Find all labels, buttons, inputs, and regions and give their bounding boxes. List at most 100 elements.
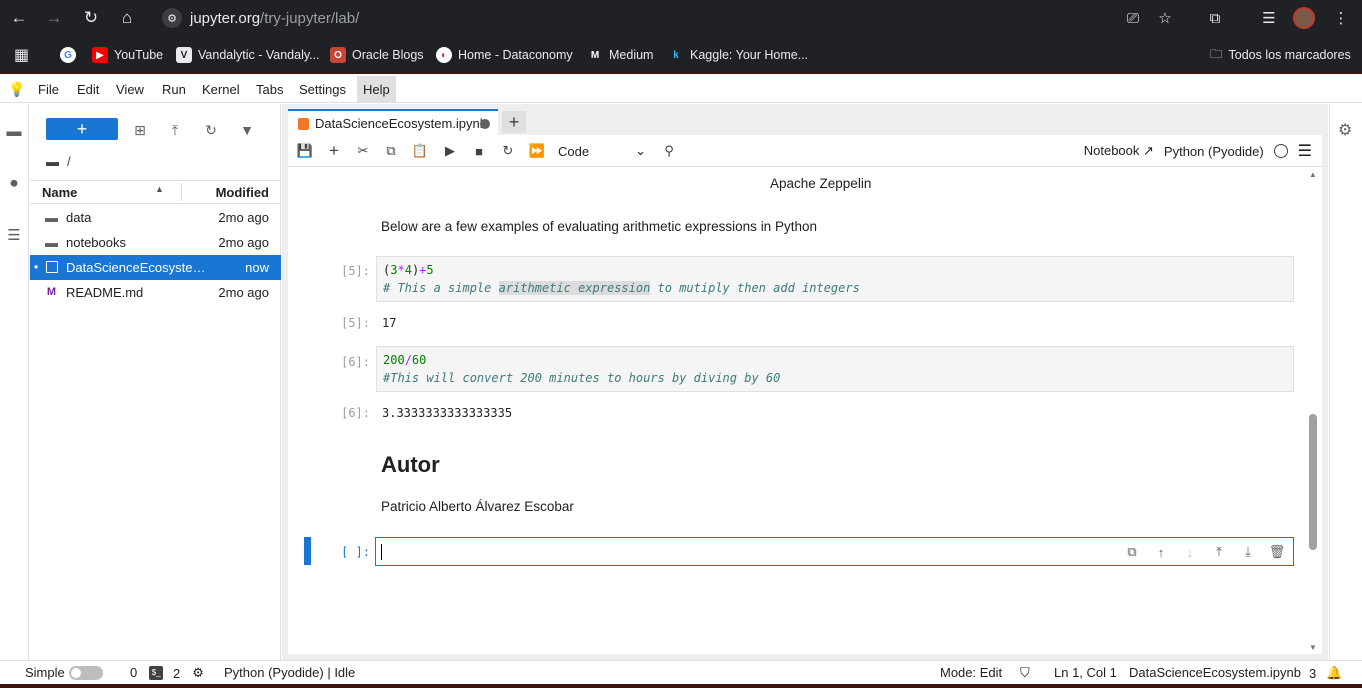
install-app-icon[interactable]: ⎚ — [1121, 6, 1145, 30]
tab-label: DataScienceEcosystem.ipynb — [315, 116, 487, 131]
forward-arrow-icon[interactable]: → — [42, 6, 66, 30]
menu-file[interactable]: File — [32, 76, 65, 103]
insert-cell-icon[interactable]: + — [323, 141, 345, 161]
media-controls-icon[interactable]: ☰ — [1257, 6, 1281, 30]
scroll-up-icon[interactable]: ▲ — [1309, 170, 1317, 179]
new-launcher-button[interactable]: + — [46, 118, 118, 140]
file-row-notebooks[interactable]: ▬ notebooks 2mo ago — [30, 230, 281, 255]
scrollbar-thumb[interactable] — [1309, 414, 1317, 550]
new-folder-icon[interactable]: ⊞ — [130, 120, 150, 140]
menu-kernel[interactable]: Kernel — [196, 76, 246, 103]
google-icon[interactable]: G — [60, 46, 76, 64]
kebab-menu-icon[interactable]: ⋮ — [1329, 6, 1353, 30]
tab-bar: DataScienceEcosystem.ipynb + — [282, 104, 1328, 136]
apps-grid-icon[interactable]: ▦ — [14, 46, 29, 64]
active-code-cell-editor[interactable]: ⧉ ↑ ↓ ⤒ ⤓ 🗑 — [375, 537, 1294, 566]
bookmark-youtube[interactable]: ▶ YouTube — [92, 46, 163, 64]
column-name[interactable]: Name — [42, 185, 77, 200]
home-icon[interactable]: ⌂ — [115, 6, 139, 30]
site-settings-icon[interactable]: ⚙ — [162, 8, 182, 28]
input-prompt: [5]: — [341, 264, 370, 278]
running-indicator-icon: • — [34, 260, 39, 274]
cursor-position[interactable]: Ln 1, Col 1 — [1054, 665, 1117, 680]
code-line: 200/60 — [383, 353, 427, 367]
paste-icon[interactable]: 📋 — [409, 141, 431, 161]
property-inspector-icon[interactable]: ☰ — [1298, 141, 1312, 161]
bookmark-vandalytic[interactable]: V Vandalytic - Vandaly... — [176, 46, 320, 64]
code-comment: #This will convert 200 minutes to hours … — [383, 371, 781, 385]
cell-type-select[interactable]: Code ⌄ — [558, 141, 648, 161]
refresh-icon[interactable]: ↻ — [201, 120, 221, 140]
running-sessions-icon[interactable]: ⏺ — [3, 172, 25, 194]
duplicate-cell-icon[interactable]: ⧉ — [1123, 544, 1141, 560]
unsaved-indicator-icon[interactable] — [480, 119, 490, 129]
active-cell-indicator[interactable] — [304, 537, 311, 565]
bookmark-medium[interactable]: M Medium — [587, 46, 653, 64]
location-pin-icon[interactable]: ⚲ — [658, 141, 680, 161]
breadcrumb-path[interactable]: / — [67, 154, 71, 169]
menu-help[interactable]: Help — [357, 76, 396, 103]
run-icon[interactable]: ▶ — [439, 141, 461, 161]
code-comment: # This a simple arithmetic expression to… — [383, 281, 860, 295]
menu-settings[interactable]: Settings — [293, 76, 352, 103]
output-prompt: [5]: — [341, 316, 370, 330]
extensions-icon[interactable]: ⧉ — [1203, 6, 1227, 30]
breadcrumb: ▬ / — [46, 154, 71, 169]
restart-icon[interactable]: ↻ — [497, 141, 519, 161]
stop-icon[interactable]: ■ — [468, 141, 490, 161]
bookmark-oracle[interactable]: O Oracle Blogs — [330, 46, 424, 64]
kernels-count[interactable]: 2 ⚙ — [173, 665, 204, 681]
terminals-count[interactable]: 0 $_ — [130, 665, 164, 680]
save-icon[interactable]: 💾 — [294, 141, 316, 161]
bookmark-kaggle[interactable]: k Kaggle: Your Home... — [668, 46, 808, 64]
notebook-scrollbar[interactable]: ▲ ▼ — [1308, 168, 1318, 654]
notifications[interactable]: 3 🔔 — [1309, 665, 1342, 681]
code-cell-editor[interactable]: 200/60 #This will convert 200 minutes to… — [376, 346, 1294, 392]
address-bar[interactable]: ⚙ jupyter.org/try-jupyter/lab/ — [156, 4, 1196, 32]
insert-below-icon[interactable]: ⤓ — [1239, 544, 1257, 560]
kernel-name[interactable]: Python (Pyodide) — [1164, 144, 1264, 159]
kernel-status[interactable]: Python (Pyodide) | Idle — [224, 665, 355, 680]
menu-tabs[interactable]: Tabs — [250, 76, 289, 103]
run-all-icon[interactable]: ⏩ — [526, 141, 548, 161]
file-row-data[interactable]: ▬ data 2mo ago — [30, 205, 281, 230]
add-tab-button[interactable]: + — [502, 111, 526, 133]
file-row-notebook-selected[interactable]: • DataScienceEcosystem.ipynb now — [30, 255, 281, 280]
scroll-down-icon[interactable]: ▼ — [1309, 643, 1317, 652]
column-divider[interactable] — [181, 183, 182, 201]
toggle-switch[interactable] — [68, 665, 103, 680]
simple-mode-toggle[interactable]: Simple — [25, 665, 103, 680]
reload-icon[interactable]: ↻ — [79, 6, 103, 30]
folder-icon[interactable]: ▬ — [46, 154, 59, 169]
avatar[interactable] — [1292, 6, 1316, 30]
sort-ascending-icon: ▲ — [155, 184, 164, 194]
insert-above-icon[interactable]: ⤒ — [1210, 544, 1228, 560]
folder-icon: ▬ — [45, 209, 58, 225]
property-inspector-gear-icon[interactable]: ⚙ — [1338, 120, 1352, 140]
copy-icon[interactable]: ⧉ — [380, 141, 402, 161]
table-of-contents-icon[interactable]: ☰ — [3, 224, 25, 246]
bookmark-star-icon[interactable]: ☆ — [1153, 6, 1177, 30]
status-filename[interactable]: DataScienceEcosystem.ipynb — [1129, 665, 1301, 680]
delete-cell-icon[interactable]: 🗑 — [1268, 544, 1286, 560]
tab-notebook[interactable]: DataScienceEcosystem.ipynb — [288, 109, 498, 136]
cut-icon[interactable]: ✂ — [352, 141, 374, 161]
all-bookmarks[interactable]: 🗀 Todos los marcadores — [1210, 46, 1351, 64]
trusted-shield-icon[interactable]: ⛉ — [1020, 665, 1030, 681]
open-in-notebook-button[interactable]: Notebook ↗ — [1084, 143, 1154, 159]
column-modified[interactable]: Modified — [216, 185, 269, 200]
menu-edit[interactable]: Edit — [71, 76, 105, 103]
code-cell-editor[interactable]: (3*4)+5 # This a simple arithmetic expre… — [376, 256, 1294, 302]
move-down-icon[interactable]: ↓ — [1181, 544, 1199, 560]
menu-run[interactable]: Run — [156, 76, 192, 103]
jupyter-logo-icon: 💡 — [8, 81, 26, 97]
file-browser-icon[interactable]: ▬ — [3, 120, 25, 142]
move-up-icon[interactable]: ↑ — [1152, 544, 1170, 560]
bookmark-dataconomy[interactable]: ◐ Home - Dataconomy — [436, 46, 573, 64]
back-arrow-icon[interactable]: ← — [7, 6, 31, 30]
notebook-icon — [298, 117, 309, 130]
filter-icon[interactable]: ▼ — [237, 120, 257, 140]
file-row-readme[interactable]: M README.md 2mo ago — [30, 280, 281, 305]
upload-icon[interactable]: ⤒ — [165, 120, 185, 140]
menu-view[interactable]: View — [110, 76, 150, 103]
